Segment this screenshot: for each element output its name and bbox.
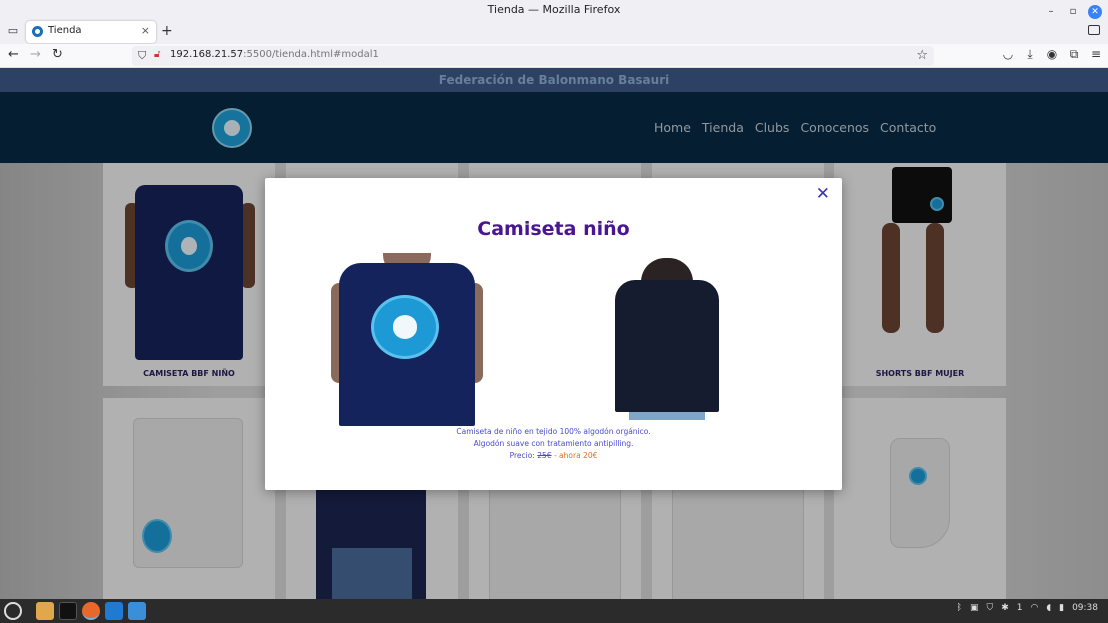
tab-close-icon[interactable]: × bbox=[141, 24, 150, 37]
tab-title: Tienda bbox=[48, 25, 82, 36]
clipboard-icon[interactable]: ▣ bbox=[970, 603, 979, 613]
editor-app-icon[interactable] bbox=[128, 602, 146, 620]
files-app-icon[interactable] bbox=[36, 602, 54, 620]
os-taskbar: ᛒ ▣ ⛉ ✱ 1 ◠ ◖ ▮ 09:38 bbox=[0, 599, 1108, 623]
wifi-icon[interactable]: ◠ bbox=[1031, 603, 1039, 613]
description-line-2: Algodón suave con tratamiento antipillin… bbox=[473, 439, 634, 448]
price-line: Precio: 25€ - ahora 20€ bbox=[265, 450, 842, 462]
new-tab-button[interactable]: + bbox=[161, 23, 173, 39]
extensions-icon[interactable]: ⧉ bbox=[1068, 47, 1080, 62]
window-controls: – ▫ ✕ bbox=[1044, 2, 1102, 22]
tracking-shield-icon[interactable]: ⛉ bbox=[138, 49, 146, 63]
toolbar-right: ◡ ⤓ ◉ ⧉ ≡ bbox=[1002, 47, 1102, 62]
favicon-icon bbox=[32, 26, 43, 37]
restore-icon[interactable]: ▫ bbox=[1066, 2, 1080, 22]
pocket-icon[interactable]: ◡ bbox=[1002, 47, 1014, 62]
bluetooth-icon[interactable]: ᛒ bbox=[957, 603, 962, 613]
product-description: Camiseta de niño en tejido 100% algodón … bbox=[265, 426, 842, 462]
mint-menu-icon[interactable] bbox=[4, 602, 22, 620]
close-icon[interactable]: ✕ bbox=[1088, 5, 1102, 19]
insecure-lock-icon[interactable]: 🔓︎ bbox=[154, 49, 160, 60]
tab-list-icon[interactable]: ▭ bbox=[6, 24, 20, 38]
app-menu-icon[interactable]: ≡ bbox=[1090, 47, 1102, 62]
bookmark-star-icon[interactable]: ☆ bbox=[916, 48, 928, 63]
url-path: :5500/tienda.html#modal1 bbox=[243, 49, 379, 60]
vscode-app-icon[interactable] bbox=[105, 602, 123, 620]
price-prefix: Precio: bbox=[509, 451, 535, 460]
navigation-toolbar: ← → ↻ ⛉ 🔓︎ 192.168.21.57:5500/tienda.htm… bbox=[0, 44, 1108, 68]
system-tray: ᛒ ▣ ⛉ ✱ 1 ◠ ◖ ▮ 09:38 bbox=[957, 603, 1098, 613]
reload-icon[interactable]: ↻ bbox=[52, 47, 63, 62]
minimize-icon[interactable]: – bbox=[1044, 2, 1058, 22]
network-count: 1 bbox=[1016, 603, 1023, 613]
product-image-shirt-back bbox=[615, 280, 719, 412]
product-image-shirt-front bbox=[339, 263, 475, 426]
product-image-back bbox=[611, 258, 723, 420]
volume-icon[interactable]: ◖ bbox=[1046, 603, 1051, 613]
firefox-app-icon[interactable] bbox=[82, 602, 100, 620]
url-bar[interactable]: ⛉ 🔓︎ 192.168.21.57:5500/tienda.html#moda… bbox=[132, 46, 934, 66]
tab-bar: ▭ Tienda × + bbox=[0, 20, 1108, 44]
price-new: - ahora 20€ bbox=[553, 451, 598, 460]
terminal-app-icon[interactable] bbox=[59, 602, 77, 620]
update-icon[interactable]: ✱ bbox=[1001, 603, 1009, 613]
description-line-1: Camiseta de niño en tejido 100% algodón … bbox=[456, 427, 651, 436]
clock[interactable]: 09:38 bbox=[1072, 603, 1098, 613]
battery-icon[interactable]: ▮ bbox=[1059, 603, 1064, 613]
url-text[interactable]: 192.168.21.57:5500/tienda.html#modal1 bbox=[170, 49, 379, 60]
price-old: 25€ bbox=[537, 451, 552, 460]
downloads-icon[interactable]: ⤓ bbox=[1024, 47, 1036, 62]
product-image-jeans bbox=[629, 412, 705, 420]
modal-close-icon[interactable]: ✕ bbox=[816, 184, 830, 204]
web-page: Federación de Balonmano Basauri Home Tie… bbox=[0, 68, 1108, 599]
tab-overview-icon[interactable] bbox=[1088, 25, 1100, 35]
federation-emblem bbox=[371, 295, 439, 359]
product-image-front bbox=[331, 253, 483, 426]
window-title: Tienda — Mozilla Firefox bbox=[487, 3, 621, 16]
back-icon[interactable]: ← bbox=[8, 47, 19, 62]
tab-tienda[interactable]: Tienda × bbox=[26, 21, 156, 43]
url-host: 192.168.21.57 bbox=[170, 49, 244, 60]
product-modal: ✕ Camiseta niño Camiseta de niño en teji… bbox=[265, 178, 842, 490]
shield-icon[interactable]: ⛉ bbox=[986, 603, 993, 613]
forward-icon[interactable]: → bbox=[30, 47, 41, 62]
modal-title: Camiseta niño bbox=[477, 218, 630, 240]
window-titlebar: Tienda — Mozilla Firefox – ▫ ✕ bbox=[0, 0, 1108, 20]
account-icon[interactable]: ◉ bbox=[1046, 47, 1058, 62]
